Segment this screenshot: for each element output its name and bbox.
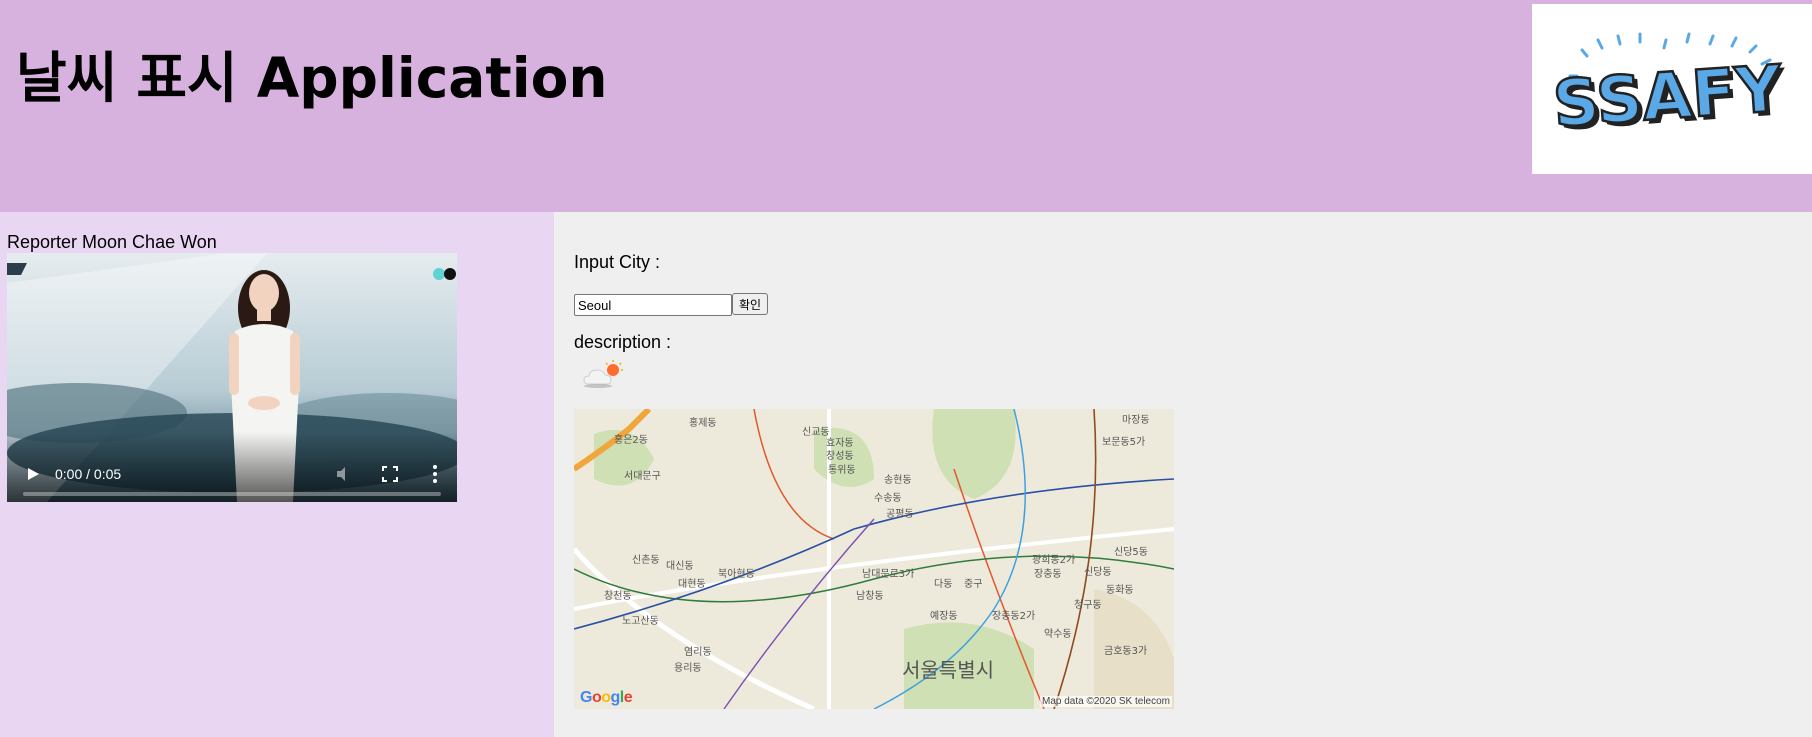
map-district-label: 용리동 bbox=[674, 663, 702, 674]
description-label: description : bbox=[574, 332, 672, 352]
map-district-label: 장충동2가 bbox=[992, 611, 1036, 622]
video-time: 0:00 / 0:05 bbox=[55, 466, 122, 482]
map-district-label: 신촌동 bbox=[632, 555, 660, 566]
map-district-label: 홍은2동 bbox=[614, 435, 648, 446]
city-input[interactable] bbox=[574, 294, 732, 316]
map-district-label: 홍제동 bbox=[689, 418, 717, 429]
more-options-icon[interactable] bbox=[431, 464, 439, 484]
map-district-label: 서대문구 bbox=[624, 471, 661, 482]
header-bar: 날씨 표시 Application SSAFY SSAFY bbox=[0, 0, 1812, 212]
map-district-label: 남창동 bbox=[856, 591, 884, 602]
map-district-label: 장충동 bbox=[1034, 569, 1062, 580]
page-title: 날씨 표시 Application bbox=[16, 46, 608, 110]
map-district-label: 마장동 bbox=[1122, 415, 1150, 426]
play-icon[interactable] bbox=[25, 466, 41, 482]
video-progress-bar[interactable] bbox=[23, 492, 441, 496]
map-district-label: 신당동 bbox=[1084, 567, 1112, 578]
ssafy-logo: SSAFY SSAFY bbox=[1532, 4, 1812, 174]
map-district-label: 북아현동 bbox=[718, 569, 755, 580]
weather-panel: Input City : 확인 description : bbox=[554, 212, 1812, 737]
reporter-panel: Reporter Moon Chae Won 0:00 / 0:05 bbox=[0, 212, 554, 737]
city-map[interactable]: 홍제동 홍은2동 서대문구 신교동 효자동 창성동 통위동 송현동 수송동 공평동 신촌동 대신동 북아… bbox=[574, 409, 1174, 709]
map-district-label: 다동 bbox=[934, 579, 953, 590]
map-district-label: 보문동5가 bbox=[1102, 437, 1146, 448]
map-district-label: 남대문로3가 bbox=[862, 569, 915, 580]
fullscreen-icon[interactable] bbox=[382, 466, 398, 482]
map-district-label: 대현동 bbox=[678, 579, 706, 590]
map-district-label: 중구 bbox=[964, 579, 983, 590]
map-district-label: 노고산동 bbox=[622, 616, 659, 627]
map-canvas bbox=[574, 409, 1174, 709]
confirm-button[interactable]: 확인 bbox=[732, 293, 769, 315]
volume-icon bbox=[337, 467, 345, 481]
map-district-label: 예장동 bbox=[930, 611, 958, 622]
map-district-label: 창천동 bbox=[604, 591, 632, 602]
google-logo: Google bbox=[580, 689, 633, 706]
ssafy-logo-icon: SSAFY SSAFY bbox=[1550, 32, 1789, 146]
map-district-label: 광희동2가 bbox=[1032, 555, 1076, 566]
cloud-sun-icon bbox=[583, 360, 623, 388]
map-city-label: 서울특별시 bbox=[902, 658, 994, 682]
map-district-label: 송현동 bbox=[884, 475, 912, 486]
input-city-label: Input City : bbox=[574, 252, 661, 272]
map-district-label: 염리동 bbox=[684, 647, 712, 658]
map-district-label: 금호동3가 bbox=[1104, 646, 1148, 657]
map-district-label: 신당5동 bbox=[1114, 547, 1148, 558]
map-district-label: 수송동 bbox=[874, 493, 902, 504]
map-district-label: 통위동 bbox=[828, 465, 856, 476]
map-district-label: 대신동 bbox=[666, 561, 694, 572]
map-district-label: 공평동 bbox=[886, 509, 914, 520]
video-controls: 0:00 / 0:05 bbox=[7, 432, 457, 502]
map-district-label: 약수동 bbox=[1044, 629, 1072, 640]
map-district-label: 동화동 bbox=[1106, 585, 1134, 596]
map-attribution: Map data ©2020 SK telecom bbox=[1040, 696, 1172, 707]
map-district-label: 창성동 bbox=[826, 451, 854, 462]
weather-video-player[interactable]: 0:00 / 0:05 bbox=[7, 253, 457, 502]
reporter-label: Reporter Moon Chae Won bbox=[7, 232, 217, 252]
map-district-label: 청구동 bbox=[1074, 600, 1102, 611]
